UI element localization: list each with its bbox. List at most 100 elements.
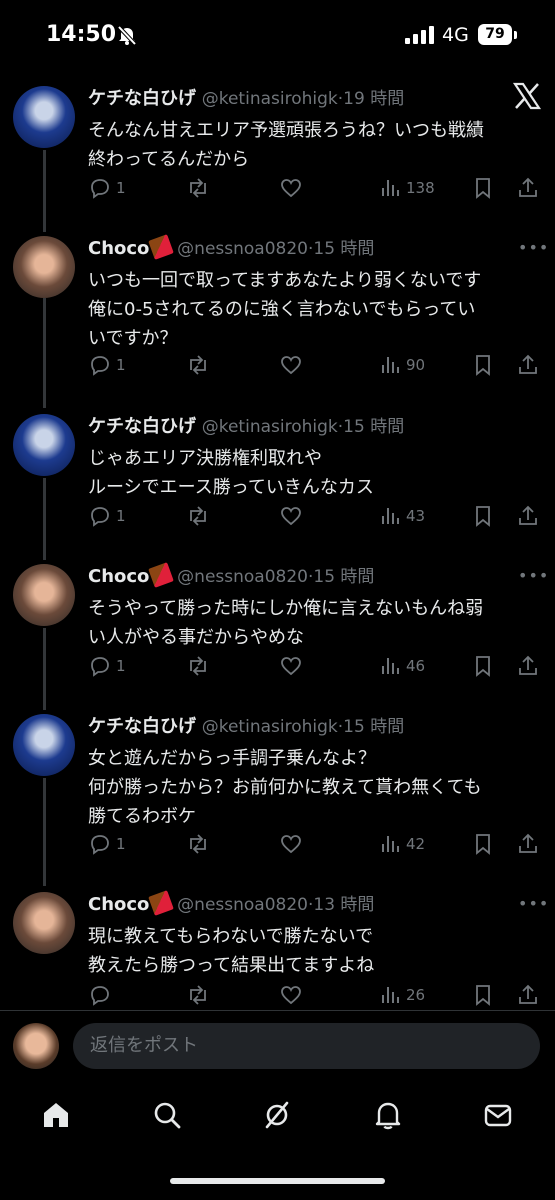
like-button[interactable] bbox=[279, 176, 303, 200]
display-name[interactable]: ケチな白ひげ bbox=[88, 416, 196, 437]
bookmark-icon bbox=[476, 656, 490, 677]
views-icon bbox=[382, 357, 399, 373]
reply-icon bbox=[91, 657, 109, 677]
display-name[interactable]: ケチな白ひげ bbox=[88, 716, 196, 737]
more-options-button[interactable]: ••• bbox=[518, 238, 549, 257]
like-button[interactable] bbox=[279, 654, 303, 678]
repost-button[interactable] bbox=[186, 353, 210, 377]
x-logo-icon[interactable] bbox=[512, 81, 542, 111]
avatar[interactable] bbox=[13, 564, 75, 626]
share-button[interactable] bbox=[516, 353, 540, 377]
like-button[interactable] bbox=[279, 832, 303, 856]
share-icon bbox=[519, 984, 537, 1004]
avatar[interactable] bbox=[13, 414, 75, 476]
reply-button[interactable]: 1 bbox=[88, 353, 126, 377]
timestamp[interactable]: 15 時間 bbox=[313, 567, 374, 587]
avatar[interactable] bbox=[13, 236, 75, 298]
tweet-header: ケチな白ひげ @ketinasirohigk·19 時間 bbox=[88, 84, 404, 110]
share-button[interactable] bbox=[516, 832, 540, 856]
repost-icon bbox=[190, 506, 206, 526]
views-button[interactable]: 26 bbox=[378, 983, 425, 1007]
repost-button[interactable] bbox=[186, 832, 210, 856]
views-button[interactable]: 90 bbox=[378, 353, 425, 377]
reply-icon bbox=[91, 356, 109, 376]
bookmark-button[interactable] bbox=[471, 654, 495, 678]
handle[interactable]: @ketinasirohigk bbox=[202, 417, 338, 437]
home-icon[interactable] bbox=[40, 1099, 72, 1131]
display-name[interactable]: Choco bbox=[88, 894, 149, 915]
tweet-text: 現に教えてもらわないで勝たないで 教えたら勝つって結果出てますよね bbox=[88, 926, 375, 976]
avatar[interactable] bbox=[13, 86, 75, 148]
grok-icon[interactable] bbox=[261, 1099, 293, 1131]
avatar[interactable] bbox=[13, 892, 75, 954]
bookmark-button[interactable] bbox=[471, 504, 495, 528]
repost-icon bbox=[190, 656, 206, 676]
share-icon bbox=[519, 177, 537, 197]
reply-button[interactable]: 1 bbox=[88, 176, 126, 200]
chocolate-emoji-icon bbox=[148, 890, 175, 916]
share-button[interactable] bbox=[516, 504, 540, 528]
views-button[interactable]: 46 bbox=[378, 654, 425, 678]
reply-button[interactable]: 1 bbox=[88, 504, 126, 528]
share-button[interactable] bbox=[516, 983, 540, 1007]
reply-count: 1 bbox=[116, 356, 126, 374]
handle[interactable]: @ketinasirohigk bbox=[202, 89, 338, 109]
notifications-icon[interactable] bbox=[372, 1099, 404, 1131]
repost-button[interactable] bbox=[186, 176, 210, 200]
share-icon bbox=[519, 354, 537, 374]
handle[interactable]: @ketinasirohigk bbox=[202, 717, 338, 737]
timestamp[interactable]: 15 時間 bbox=[343, 717, 404, 737]
repost-icon bbox=[190, 985, 206, 1005]
my-avatar[interactable] bbox=[13, 1023, 59, 1069]
reply-button[interactable] bbox=[88, 983, 116, 1007]
bookmark-button[interactable] bbox=[471, 983, 495, 1007]
reply-button[interactable]: 1 bbox=[88, 654, 126, 678]
bookmark-icon bbox=[476, 506, 490, 527]
tweet-text: じゃあエリア決勝権利取れや ルーシでエース勝っていきんなカス bbox=[88, 448, 374, 498]
like-button[interactable] bbox=[279, 983, 303, 1007]
messages-icon[interactable] bbox=[482, 1099, 514, 1131]
share-button[interactable] bbox=[516, 176, 540, 200]
avatar[interactable] bbox=[13, 714, 75, 776]
status-time: 14:50 bbox=[46, 22, 117, 47]
reply-count: 1 bbox=[116, 835, 126, 853]
bookmark-button[interactable] bbox=[471, 832, 495, 856]
tweet-header: Choco @nessnoa0820·15 時間 bbox=[88, 562, 374, 588]
action-bar: 1 46 bbox=[88, 654, 548, 678]
like-button[interactable] bbox=[279, 353, 303, 377]
repost-icon bbox=[190, 834, 206, 854]
share-button[interactable] bbox=[516, 654, 540, 678]
timestamp[interactable]: 15 時間 bbox=[313, 239, 374, 259]
bookmark-button[interactable] bbox=[471, 353, 495, 377]
views-button[interactable]: 42 bbox=[378, 832, 425, 856]
more-options-button[interactable]: ••• bbox=[518, 566, 549, 585]
bookmark-button[interactable] bbox=[471, 176, 495, 200]
repost-button[interactable] bbox=[186, 654, 210, 678]
timestamp[interactable]: 15 時間 bbox=[343, 417, 404, 437]
reply-input[interactable]: 返信をポスト bbox=[73, 1023, 540, 1069]
signal-icon bbox=[405, 26, 434, 44]
heart-icon bbox=[281, 986, 301, 1005]
repost-button[interactable] bbox=[186, 983, 210, 1007]
display-name[interactable]: Choco bbox=[88, 566, 149, 587]
more-options-button[interactable]: ••• bbox=[518, 894, 549, 913]
display-name[interactable]: Choco bbox=[88, 238, 149, 259]
thread-line bbox=[43, 778, 46, 886]
like-button[interactable] bbox=[279, 504, 303, 528]
handle[interactable]: @nessnoa0820 bbox=[177, 239, 308, 259]
tweet-header: Choco @nessnoa0820·13 時間 bbox=[88, 890, 374, 916]
bell-off-icon bbox=[117, 25, 137, 46]
views-button[interactable]: 138 bbox=[378, 176, 435, 200]
heart-icon bbox=[281, 657, 301, 676]
views-icon bbox=[382, 836, 399, 852]
timestamp[interactable]: 19 時間 bbox=[343, 89, 404, 109]
handle[interactable]: @nessnoa0820 bbox=[177, 895, 308, 915]
views-button[interactable]: 43 bbox=[378, 504, 425, 528]
timestamp[interactable]: 13 時間 bbox=[313, 895, 374, 915]
handle[interactable]: @nessnoa0820 bbox=[177, 567, 308, 587]
reply-button[interactable]: 1 bbox=[88, 832, 126, 856]
repost-button[interactable] bbox=[186, 504, 210, 528]
tweet-header: ケチな白ひげ @ketinasirohigk·15 時間 bbox=[88, 712, 404, 738]
search-icon[interactable] bbox=[151, 1099, 183, 1131]
display-name[interactable]: ケチな白ひげ bbox=[88, 88, 196, 109]
